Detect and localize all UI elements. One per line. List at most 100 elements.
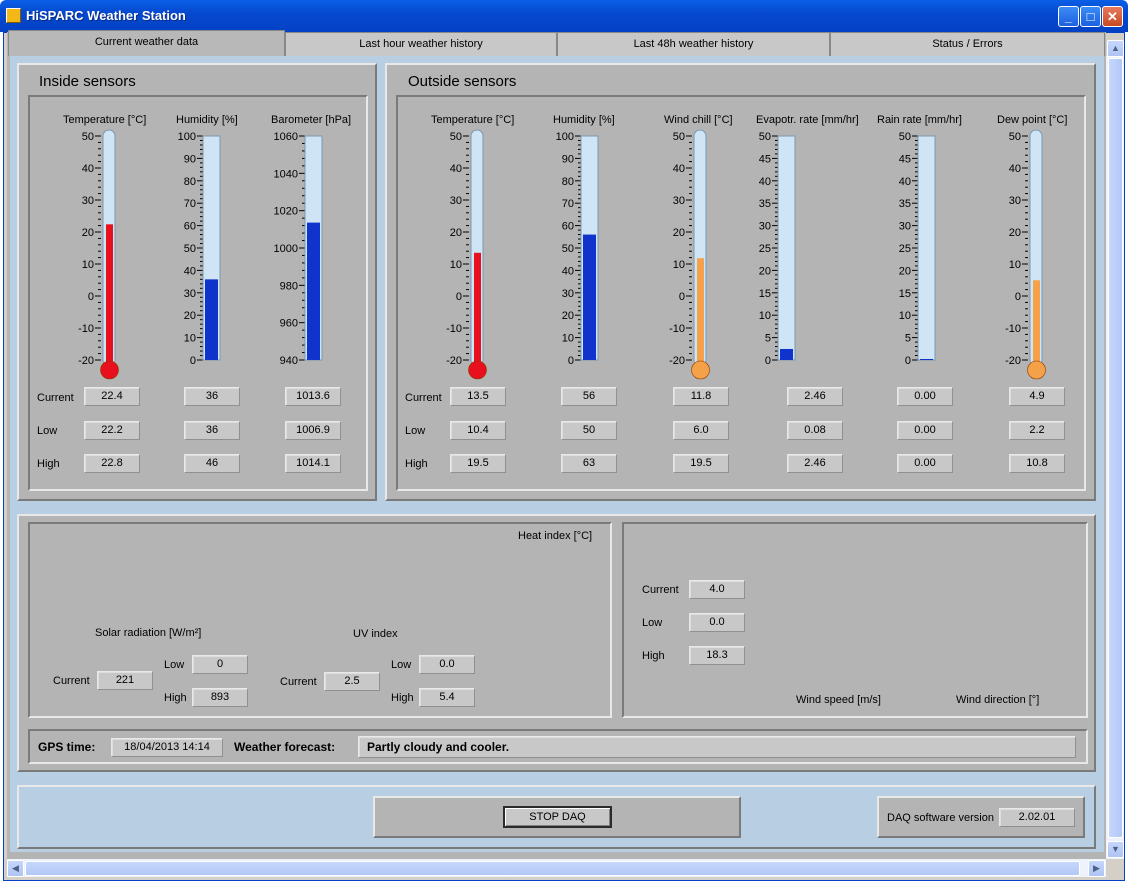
inside-gauge-1-tick-label: 0 (190, 355, 196, 367)
outside-gauge-1-tick-label: 20 (562, 310, 574, 322)
outside-gauge-1-tick-label: 80 (562, 176, 574, 188)
vertical-scroll-thumb[interactable] (1108, 58, 1123, 838)
outside-gauge-3-tick-label: 15 (759, 288, 771, 300)
outside-gauge-3-tick-label: 20 (759, 265, 771, 277)
outside-gauge-4-tick-label: 5 (905, 333, 911, 345)
wind-high-label: High (642, 650, 665, 662)
solar-high-value: 893 (192, 688, 248, 707)
inside-gauge-0-tick-label: 30 (82, 195, 94, 207)
horizontal-scroll-thumb[interactable] (25, 861, 1080, 876)
inside-gauge-1-tick-label: 30 (184, 288, 196, 300)
wind-direction-label: Wind direction [°] (956, 694, 1040, 706)
inside-gauge-1-tick-label: 90 (184, 153, 196, 165)
outside-gauge-2-tick-label: 10 (673, 259, 685, 271)
outside-value-box: 11.8 (673, 387, 729, 406)
solar-current-value: 221 (97, 671, 153, 690)
outside-gauge-0-tick-label: 10 (450, 259, 462, 271)
outside-gauge-3-tick-label: 25 (759, 243, 771, 255)
uv-index-label: UV index (353, 628, 398, 640)
forecast-value: Partly cloudy and cooler. (358, 736, 1076, 758)
outside-gauge-2-tick-label: 50 (673, 131, 685, 143)
outside-gauge-3-tick-label: 30 (759, 221, 771, 233)
outside-row-current: Current (405, 392, 442, 404)
outside-value-box: 50 (561, 421, 617, 440)
inside-gauge-0-tick-label: 20 (82, 227, 94, 239)
outside-gauge-5-bulb (1027, 360, 1046, 380)
scroll-left-icon[interactable]: ◀ (7, 860, 24, 877)
inside-row-current: Current (37, 392, 74, 404)
heat-index-label: Heat index [°C] (518, 530, 593, 542)
outside-value-box: 13.5 (450, 387, 506, 406)
inside-value-box: 36 (184, 421, 240, 440)
outside-value-box: 0.00 (897, 387, 953, 406)
outside-gauge-2-tick-label: -10 (669, 323, 685, 335)
outside-row-low: Low (405, 425, 426, 437)
solar-current-label: Current (53, 675, 90, 687)
outside-gauge-3-tank (777, 135, 796, 361)
scroll-right-icon[interactable]: ▶ (1088, 860, 1105, 877)
inside-gauge-0-tick-label: 40 (82, 163, 94, 175)
scroll-down-icon[interactable]: ▼ (1107, 841, 1124, 858)
outside-gauge-4-tick-label: 45 (899, 153, 911, 165)
outside-gauge-0-tick-label: 50 (450, 131, 462, 143)
outside-gauge-4-tick-label: 35 (899, 198, 911, 210)
outside-gauge-1-tick-label: 70 (562, 198, 574, 210)
solar-high-label: High (164, 692, 187, 704)
outside-value-box: 2.46 (787, 454, 843, 473)
forecast-label: Weather forecast: (234, 740, 336, 754)
outside-value-box: 19.5 (450, 454, 506, 473)
inside-gauge-1-tick-label: 100 (178, 131, 196, 143)
outside-gauge-1-tick-label: 100 (556, 131, 574, 143)
inside-gauge-1-tick-label: 80 (184, 176, 196, 188)
inside-gauge-2-tick-label: 980 (280, 280, 298, 292)
inside-gauge-0-tick-label: 10 (82, 259, 94, 271)
outside-gauge-4-tick-label: 25 (899, 243, 911, 255)
scroll-up-icon[interactable]: ▲ (1107, 40, 1124, 57)
gps-time-value: 18/04/2013 14:14 (111, 738, 223, 757)
wind-current-label: Current (642, 584, 679, 596)
outside-value-box: 10.8 (1009, 454, 1065, 473)
solar-low-value: 0 (192, 655, 248, 674)
stop-daq-button[interactable]: STOP DAQ (503, 806, 612, 828)
inside-gauge-0-tick-label: 50 (82, 131, 94, 143)
outside-gauge-4-tick-label: 30 (899, 221, 911, 233)
outside-gauge-3-tick-label: 5 (765, 333, 771, 345)
outside-gauge-0-bulb (468, 360, 487, 380)
inside-gauge-1-tick-label: 60 (184, 221, 196, 233)
outside-gauge-5-fill (1033, 280, 1040, 368)
inside-value-box: 36 (184, 387, 240, 406)
solar-radiation-label: Solar radiation [W/m²] (95, 627, 202, 639)
inside-gauge-2-tick-label: 1000 (274, 243, 298, 255)
outside-value-box: 2.46 (787, 387, 843, 406)
outside-gauge-5-tick-label: 10 (1009, 259, 1021, 271)
inside-gauge-1-tick-label: 10 (184, 333, 196, 345)
outside-gauge-2-tick-label: -20 (669, 355, 685, 367)
inside-value-box: 1006.9 (285, 421, 341, 440)
outside-gauge-1-tick-label: 0 (568, 355, 574, 367)
wind-low-value: 0.0 (689, 613, 745, 632)
uv-low-value: 0.0 (419, 655, 475, 674)
outside-gauge-0-tick-label: -10 (446, 323, 462, 335)
outside-gauge-3-tick-label: 10 (759, 310, 771, 322)
inside-value-box: 22.4 (84, 387, 140, 406)
outside-gauge-4-tick-label: 0 (905, 355, 911, 367)
outside-gauge-4-tick-label: 20 (899, 265, 911, 277)
outside-gauge-4-tick-label: 50 (899, 131, 911, 143)
version-label: DAQ software version (887, 812, 994, 824)
uv-high-value: 5.4 (419, 688, 475, 707)
outside-gauge-2-tick-label: 30 (673, 195, 685, 207)
inside-gauge-0-tick-label: 0 (88, 291, 94, 303)
outside-gauge-1-tick-label: 60 (562, 221, 574, 233)
inside-gauge-1-tick-label: 40 (184, 265, 196, 277)
outside-gauge-4-tick-label: 40 (899, 176, 911, 188)
outside-gauge-5-tick-label: 20 (1009, 227, 1021, 239)
outside-gauge-3-tick-label: 45 (759, 153, 771, 165)
wind-speed-label: Wind speed [m/s] (796, 694, 881, 706)
outside-gauge-4-tick-label: 15 (899, 288, 911, 300)
outside-gauge-0-tick-label: 30 (450, 195, 462, 207)
outside-gauge-3-tick-label: 0 (765, 355, 771, 367)
inside-value-box: 1013.6 (285, 387, 341, 406)
outside-gauge-3-tick-label: 50 (759, 131, 771, 143)
outside-gauge-2-bulb (691, 360, 710, 380)
outside-value-box: 2.2 (1009, 421, 1065, 440)
